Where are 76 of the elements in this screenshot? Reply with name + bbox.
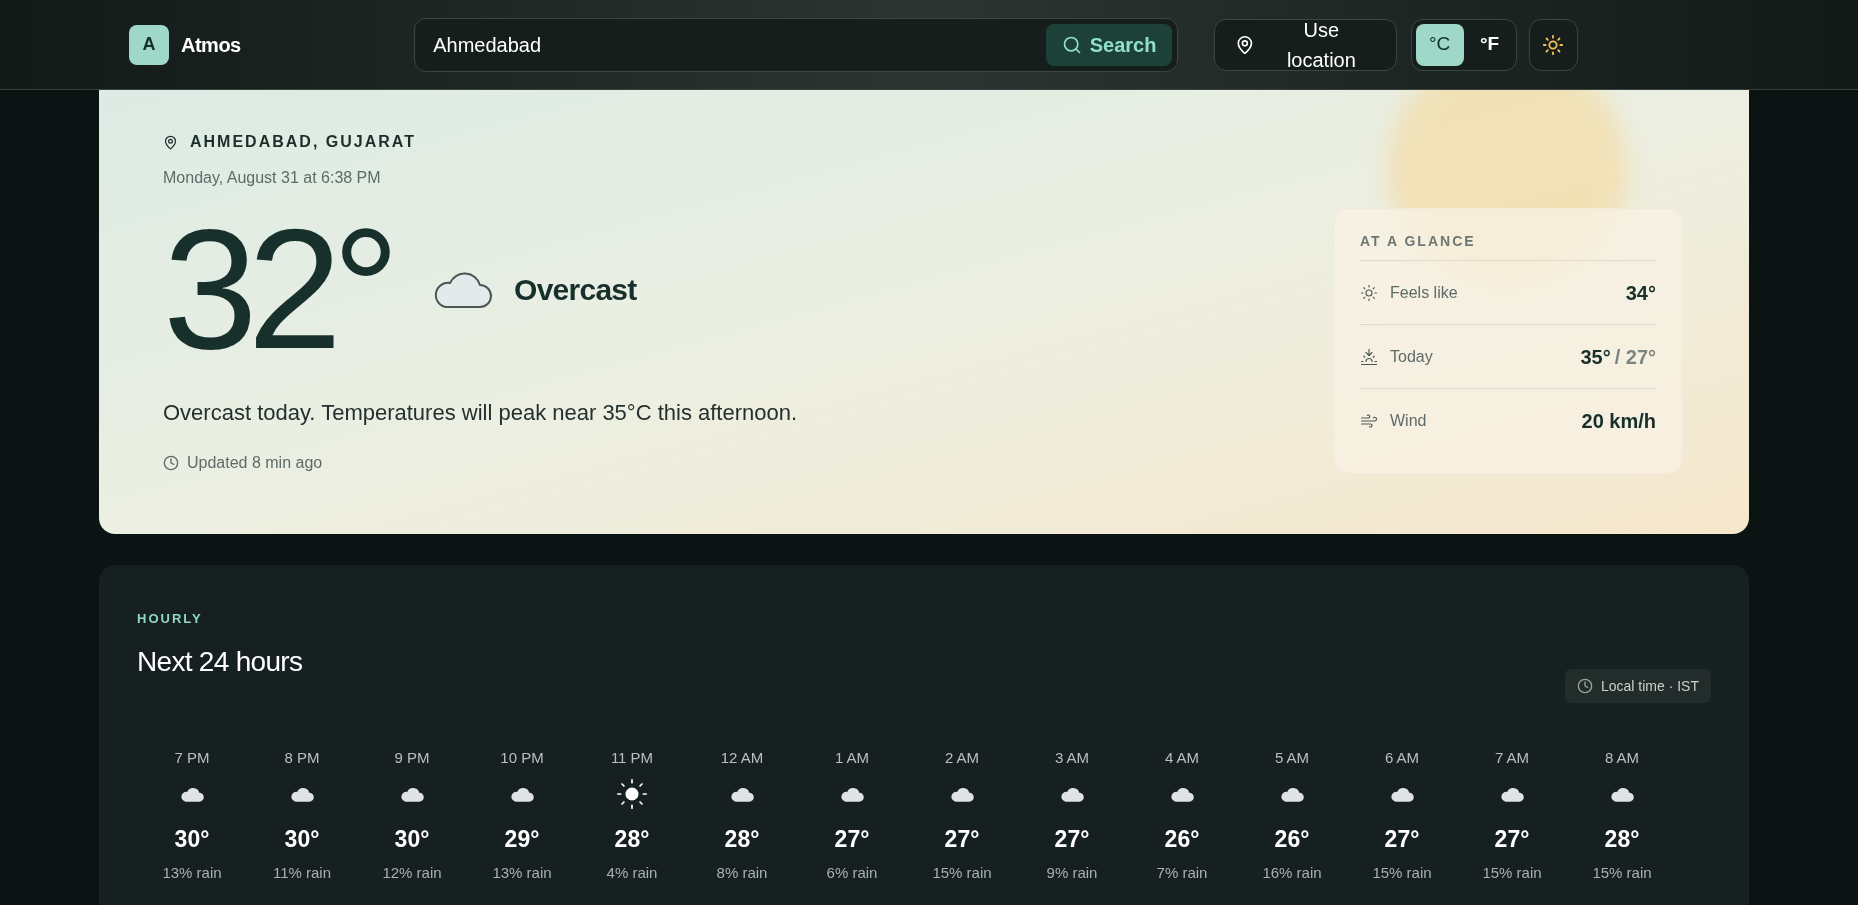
sun-icon bbox=[1542, 33, 1565, 56]
section-title: Next 24 hours bbox=[137, 644, 303, 679]
rain-chance: 4% rain bbox=[606, 863, 658, 883]
rain-chance: 16% rain bbox=[1262, 863, 1322, 883]
hour-label: 4 AM bbox=[1164, 748, 1200, 768]
condition: Overcast bbox=[514, 271, 637, 308]
rain-chance: 6% rain bbox=[826, 863, 878, 883]
temperature: 32° bbox=[163, 204, 391, 374]
brand-name: Atmos bbox=[181, 32, 241, 58]
rain-chance: 12% rain bbox=[382, 863, 442, 883]
rain-chance: 15% rain bbox=[1372, 863, 1432, 883]
rain-chance: 15% rain bbox=[1482, 863, 1542, 883]
hour-label: 9 PM bbox=[394, 748, 430, 768]
hour-temperature: 27° bbox=[1384, 824, 1420, 854]
sun-icon bbox=[1360, 283, 1378, 302]
unit-option[interactable]: °F bbox=[1467, 23, 1512, 66]
hour-temperature: 27° bbox=[834, 824, 870, 854]
hour-label: 3 AM bbox=[1054, 748, 1090, 768]
hour-label: 2 AM bbox=[944, 748, 980, 768]
use-location-button[interactable]: Use location bbox=[1214, 18, 1397, 71]
rain-chance: 15% rain bbox=[932, 863, 992, 883]
hour-temperature: 26° bbox=[1274, 824, 1310, 854]
hour-temperature: 30° bbox=[174, 824, 210, 854]
hour-temperature: 27° bbox=[1054, 824, 1090, 854]
hour-label: 10 PM bbox=[500, 748, 544, 768]
hour-temperature: 27° bbox=[1494, 824, 1530, 854]
search-button[interactable]: Search bbox=[1045, 23, 1173, 66]
hour-temperature: 28° bbox=[614, 824, 650, 854]
rain-chance: 11% rain bbox=[272, 863, 332, 883]
clock-icon bbox=[1576, 678, 1593, 694]
hour-label: 11 PM bbox=[610, 748, 654, 768]
timezone-label: Local time · IST bbox=[1600, 676, 1699, 696]
glance-title: AT A GLANCE bbox=[1360, 231, 1656, 261]
hour-temperature: 28° bbox=[1604, 824, 1640, 854]
hour-temperature: 29° bbox=[504, 824, 540, 854]
rain-chance: 15% rain bbox=[1592, 863, 1652, 883]
rain-chance: 13% rain bbox=[492, 863, 552, 883]
hour-temperature: 30° bbox=[284, 824, 320, 854]
forecast-summary: Overcast today. Temperatures will peak near 35°C this afternoon. bbox=[163, 399, 798, 427]
low-temperature: / 27° bbox=[1614, 344, 1656, 370]
search-field[interactable]: Ahmedabad Search bbox=[414, 17, 1179, 72]
date-time: Monday, August 31 at 6:38 PM bbox=[163, 168, 382, 188]
unit-option[interactable]: °C bbox=[1415, 23, 1464, 66]
hour-temperature: 30° bbox=[394, 824, 430, 854]
hour-label: 8 PM bbox=[284, 748, 320, 768]
section-eyebrow: HOURLY bbox=[137, 610, 204, 628]
hour-temperature: 27° bbox=[944, 824, 980, 854]
rain-chance: 7% rain bbox=[1156, 863, 1208, 883]
hour-label: 5 AM bbox=[1274, 748, 1310, 768]
glance-label: Wind bbox=[1390, 411, 1427, 431]
glance-value: 35° bbox=[1580, 344, 1611, 370]
clock-icon bbox=[163, 455, 179, 471]
hour-label: 7 AM bbox=[1494, 748, 1530, 768]
rain-chance: 13% rain bbox=[162, 863, 222, 883]
hour-label: 1 AM bbox=[834, 748, 870, 768]
location-name: AHMEDABAD, GUJARAT bbox=[190, 132, 416, 152]
brand-logo: A bbox=[129, 24, 169, 65]
sun-icon bbox=[615, 776, 649, 811]
theme-button[interactable] bbox=[1528, 18, 1578, 71]
hour-label: 8 AM bbox=[1604, 748, 1640, 768]
updated-time: Updated 8 min ago bbox=[187, 453, 323, 473]
rain-chance: 9% rain bbox=[1046, 863, 1098, 883]
glance-label: Feels like bbox=[1390, 282, 1458, 303]
search-icon bbox=[1061, 34, 1082, 55]
glance-label: Today bbox=[1390, 346, 1433, 367]
hour-label: 7 PM bbox=[174, 748, 210, 768]
rain-chance: 8% rain bbox=[716, 863, 768, 883]
hour-temperature: 28° bbox=[724, 824, 760, 854]
glance-value: 34° bbox=[1625, 280, 1656, 306]
hour-label: 6 AM bbox=[1384, 748, 1420, 768]
hour-label: 12 AM bbox=[720, 748, 764, 768]
sunset-icon bbox=[1360, 347, 1378, 366]
hour-temperature: 26° bbox=[1164, 824, 1200, 854]
location-pin-icon bbox=[163, 134, 178, 150]
glance-value: 20 km/h bbox=[1581, 409, 1656, 434]
wind-icon bbox=[1360, 412, 1378, 430]
